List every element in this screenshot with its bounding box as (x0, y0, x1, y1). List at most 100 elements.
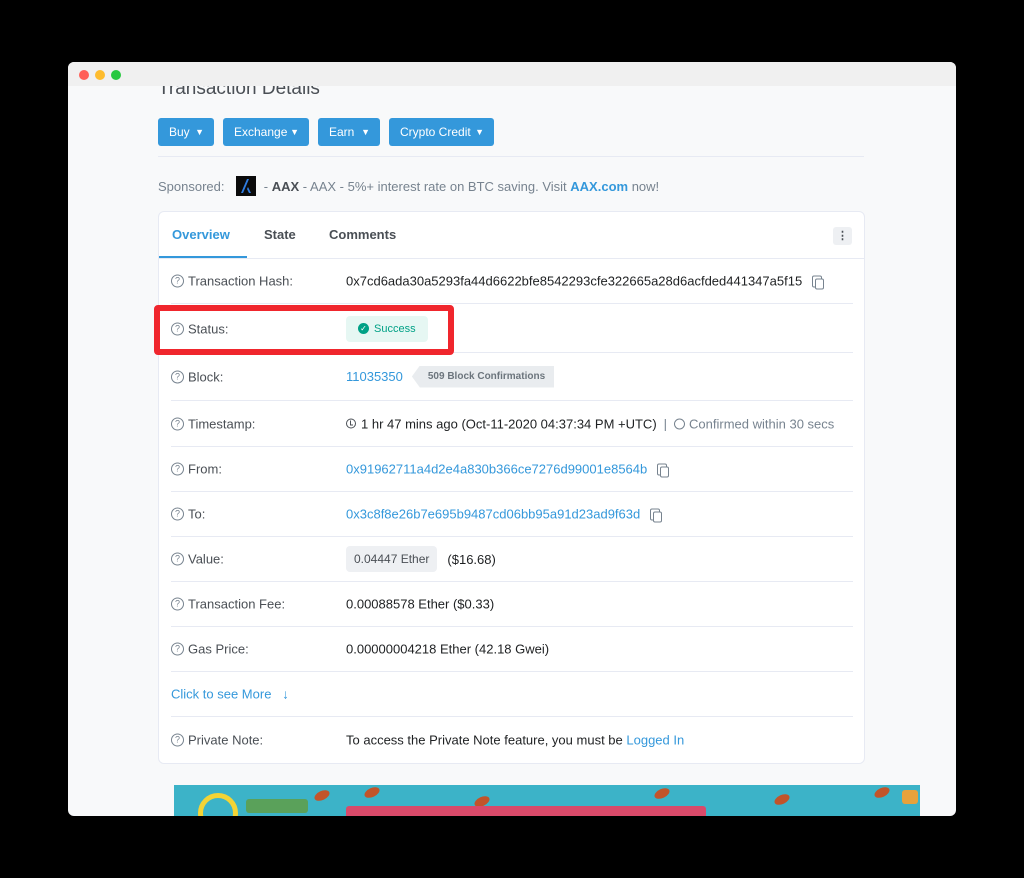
aax-logo-icon (236, 176, 257, 196)
value-value-wrap: 0.04447 Ether ($16.68) (346, 546, 496, 572)
help-icon: ? (171, 642, 184, 656)
tab-comments[interactable]: Comments (329, 227, 396, 242)
timestamp-value-wrap: 1 hr 47 mins ago (Oct-11-2020 04:37:34 P… (346, 416, 834, 431)
leaf-icon (652, 786, 672, 801)
help-icon: ? (171, 597, 184, 611)
row-gas-price: ? Gas Price: 0.00000004218 Ether (42.18 G… (171, 627, 853, 672)
gas-value: 0.00000004218 Ether (42.18 Gwei) (346, 641, 550, 657)
minimize-window-button[interactable] (95, 70, 105, 80)
from-address-link[interactable]: 0x91962711a4d2e4a830b366ce7276d99001e856… (346, 462, 647, 477)
note-label-wrap: ? Private Note: (171, 732, 263, 747)
gas-label: Gas Price: (188, 641, 249, 657)
help-icon: ? (171, 733, 184, 746)
tab-state[interactable]: State (264, 227, 296, 242)
note-text: To access the Private Note feature, you … (346, 732, 623, 747)
copy-icon[interactable] (650, 508, 663, 522)
from-label-wrap: ? From: (171, 462, 222, 477)
zoom-window-button[interactable] (111, 70, 121, 80)
row-value: ? Value: 0.04447 Ether ($16.68) (171, 537, 853, 582)
ad-banner[interactable] (174, 785, 920, 816)
sponsored-suffix: now! (631, 179, 660, 194)
leaf-icon (362, 785, 382, 800)
row-from: ? From: 0x91962711a4d2e4a830b366ce7276d99… (171, 447, 853, 492)
close-window-button[interactable] (79, 70, 89, 80)
from-value-wrap: 0x91962711a4d2e4a830b366ce7276d99001e856… (346, 462, 670, 477)
clock-icon (346, 418, 356, 429)
fee-label-wrap: ? Transaction Fee: (171, 597, 285, 612)
note-value-wrap: To access the Private Note feature, you … (346, 732, 684, 747)
to-value-wrap: 0x3c8f8e26b7e695b9487cd06bb95a91d23ad9f6… (346, 507, 663, 522)
transaction-hash-label: Transaction Hash: (188, 273, 294, 289)
value-label: Value: (188, 551, 224, 567)
window-titlebar (68, 62, 956, 86)
help-icon: ? (171, 417, 184, 430)
click-to-see-more-link[interactable]: Click to see More ↓ (171, 687, 289, 702)
sponsored-link[interactable]: AAX.com (570, 179, 628, 194)
chevron-down-icon: ▼ (195, 127, 204, 137)
sponsored-text: - AAX - 5%+ interest rate on BTC saving.… (302, 179, 567, 194)
tab-bar: Overview State Comments ⋮ (159, 212, 864, 259)
chevron-down-icon: ▼ (475, 127, 484, 137)
exchange-button[interactable]: Exchange ▼ (223, 118, 309, 146)
fee-value: 0.00088578 Ether ($0.33) (346, 596, 495, 612)
row-block: ? Block: 11035350 509 Block Confirmations (171, 353, 853, 401)
more-options-icon[interactable]: ⋮ (833, 227, 852, 245)
ether-amount-badge: 0.04447 Ether (346, 546, 438, 572)
note-label: Private Note: (188, 732, 264, 747)
help-icon: ? (171, 507, 184, 521)
buy-button[interactable]: Buy ▼ (158, 118, 214, 146)
logged-in-link[interactable]: Logged In (626, 732, 684, 747)
timestamp-value: 1 hr 47 mins ago (Oct-11-2020 04:37:34 P… (361, 416, 657, 431)
help-icon: ? (171, 552, 184, 566)
sponsored-line: Sponsored: - AAX - AAX - 5%+ interest ra… (158, 176, 659, 196)
leaf-icon (872, 785, 892, 800)
arrow-down-icon: ↓ (282, 686, 289, 702)
active-tab-indicator (159, 256, 247, 258)
tab-overview[interactable]: Overview (172, 227, 230, 242)
crypto-credit-button-label: Crypto Credit (400, 125, 471, 139)
copy-icon[interactable] (657, 463, 670, 477)
copy-icon[interactable] (812, 275, 825, 289)
to-address-link[interactable]: 0x3c8f8e26b7e695b9487cd06bb95a91d23ad9f6… (346, 507, 640, 522)
owl-icon (902, 790, 918, 804)
to-label-wrap: ? To: (171, 507, 205, 522)
earn-button[interactable]: Earn ▼ (318, 118, 380, 146)
chevron-down-icon: ▼ (361, 127, 370, 137)
banner-platform-graphic (246, 799, 308, 813)
transaction-hash-value: 0x7cd6ada30a5293fa44d6622bfe8542293cfe32… (346, 273, 803, 289)
block-label-wrap: ? Block: (171, 369, 223, 384)
help-icon: ? (171, 274, 184, 288)
to-label: To: (188, 506, 206, 522)
crypto-credit-button[interactable]: Crypto Credit ▼ (389, 118, 494, 146)
row-timestamp: ? Timestamp: 1 hr 47 mins ago (Oct-11-202… (171, 401, 853, 447)
help-icon: ? (171, 462, 184, 476)
banner-ring-graphic (198, 793, 238, 816)
buy-button-label: Buy (169, 125, 190, 139)
timer-icon (674, 418, 686, 429)
confirmations-badge: 509 Block Confirmations (411, 365, 555, 388)
separator: | (663, 416, 668, 431)
timestamp-label-wrap: ? Timestamp: (171, 416, 255, 431)
usd-amount: ($16.68) (447, 551, 496, 567)
row-to: ? To: 0x3c8f8e26b7e695b9487cd06bb95a91d23… (171, 492, 853, 537)
gas-label-wrap: ? Gas Price: (171, 642, 249, 657)
leaf-icon (312, 788, 332, 803)
confirmed-within-text: Confirmed within 30 secs (689, 416, 835, 431)
block-number-link[interactable]: 11035350 (346, 369, 403, 384)
status-highlight-box (154, 305, 454, 355)
row-private-note: ? Private Note: To access the Private Not… (171, 717, 853, 762)
row-transaction-hash: ? Transaction Hash: 0x7cd6ada30a5293fa44d… (171, 259, 853, 304)
chevron-down-icon: ▼ (290, 127, 299, 137)
banner-headline-graphic (346, 806, 706, 816)
earn-button-label: Earn (329, 125, 355, 139)
timestamp-label: Timestamp: (188, 416, 256, 431)
from-label: From: (188, 461, 222, 477)
sponsored-brand: AAX (271, 179, 300, 194)
exchange-button-label: Exchange (234, 125, 288, 139)
transaction-hash-label-wrap: ? Transaction Hash: (171, 274, 293, 289)
row-see-more: Click to see More ↓ (171, 672, 853, 717)
leaf-icon (772, 792, 792, 807)
divider (158, 156, 864, 157)
transaction-card: Overview State Comments ⋮ ? Transaction H… (158, 211, 865, 764)
block-value-wrap: 11035350 509 Block Confirmations (346, 365, 555, 388)
